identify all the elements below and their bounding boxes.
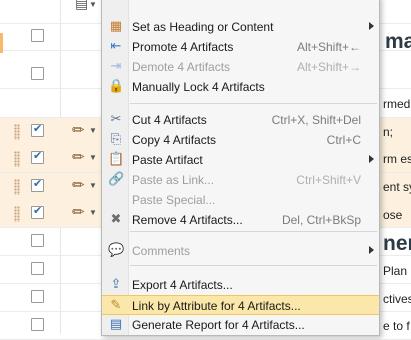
column-options-icon[interactable]: ▤ — [75, 0, 88, 12]
paste-special-icon — [108, 192, 124, 208]
heading-content-icon: ▦ — [109, 19, 123, 34]
submenu-arrow-icon — [369, 155, 374, 163]
edit-pencil-icon[interactable]: ✏ — [72, 148, 85, 166]
menu-item-generate-report[interactable]: ▤ Generate Report for 4 Artifacts... — [102, 315, 379, 335]
row-checkbox[interactable] — [31, 290, 44, 303]
menu-separator — [130, 231, 377, 232]
menu-item-cut[interactable]: ✂ Cut 4 Artifacts Ctrl+X, Shift+Del — [102, 110, 379, 130]
artifact-text: ose — [383, 208, 403, 222]
row-checkbox[interactable] — [31, 262, 44, 275]
menu-item-comments: 💬 Comments — [102, 241, 379, 261]
menu-item-shortcut: Alt+Shift+← — [296, 40, 361, 54]
row-checkbox[interactable] — [31, 122, 44, 137]
menu-item-remove[interactable]: ✖ Remove 4 Artifacts... Del, Ctrl+BkSp — [102, 210, 379, 230]
row-checkbox[interactable] — [31, 29, 44, 42]
paste-link-icon: 🔗 — [108, 172, 125, 187]
menu-item-copy[interactable]: ⎘ Copy 4 Artifacts Ctrl+C — [102, 130, 379, 150]
artifact-heading-text: nen — [383, 232, 411, 255]
menu-item-label: Cut 4 Artifacts — [132, 113, 207, 127]
menu-item-label: Promote 4 Artifacts — [132, 40, 234, 54]
menu-item-link-by-attribute[interactable]: ✎ Link by Attribute for 4 Artifacts... — [102, 295, 379, 315]
row-checkbox[interactable] — [31, 318, 44, 331]
menu-item-label: Set as Heading or Content — [132, 20, 274, 34]
artifact-text: Plan — [383, 264, 408, 278]
drag-handle[interactable] — [14, 206, 20, 222]
menu-separator — [130, 103, 377, 104]
menu-item-promote[interactable]: ⇤ Promote 4 Artifacts Alt+Shift+← — [102, 37, 379, 57]
link-attribute-icon: ✎ — [110, 298, 122, 313]
artifact-heading-text: ma — [385, 30, 411, 53]
menu-item-shortcut: Ctrl+C — [326, 133, 361, 147]
menu-item-demote: ⇥ Demote 4 Artifacts Alt+Shift+→ — [102, 57, 379, 77]
lock-icon: 🔒 — [108, 79, 125, 94]
demote-icon: ⇥ — [110, 59, 122, 74]
menu-item-shortcut: Ctrl+Shift+V — [296, 173, 361, 187]
row-checkbox[interactable] — [31, 204, 44, 219]
cut-icon: ✂ — [110, 112, 122, 127]
menu-item-paste-as-link: 🔗 Paste as Link... Ctrl+Shift+V — [102, 170, 379, 190]
row-marker — [0, 33, 3, 53]
menu-item-label: Paste as Link... — [132, 173, 215, 187]
menu-item-label: Link by Attribute for 4 Artifacts... — [132, 299, 301, 313]
submenu-arrow-icon — [369, 246, 374, 254]
artifact-text: ctives — [383, 292, 411, 306]
report-icon: ▤ — [109, 317, 123, 332]
row-checkbox[interactable] — [31, 149, 44, 164]
artifact-text: rmed — [383, 97, 411, 111]
menu-separator — [130, 265, 377, 266]
copy-icon: ⎘ — [110, 132, 122, 147]
menu-item-label: Remove 4 Artifacts... — [132, 213, 243, 227]
chevron-down-icon[interactable]: ▼ — [89, 126, 97, 135]
edit-pencil-icon[interactable]: ✏ — [72, 203, 85, 221]
export-icon: ⇪ — [110, 277, 122, 292]
menu-item-label: Comments — [132, 244, 191, 258]
promote-icon: ⇤ — [110, 39, 122, 54]
drag-handle[interactable] — [14, 179, 20, 195]
drag-handle[interactable] — [14, 151, 20, 167]
menu-item-paste-artifact[interactable]: 📋 Paste Artifact — [102, 150, 379, 170]
edit-pencil-icon[interactable]: ✏ — [72, 121, 85, 139]
drag-handle[interactable] — [14, 124, 20, 140]
menu-item-shortcut: Alt+Shift+→ — [296, 60, 361, 74]
artifact-text: ent sy — [383, 180, 411, 194]
menu-item-label: Copy 4 Artifacts — [132, 133, 217, 147]
edit-pencil-icon[interactable]: ✏ — [72, 176, 85, 194]
chevron-down-icon[interactable]: ▼ — [89, 181, 97, 190]
menu-item-shortcut: Ctrl+X, Shift+Del — [271, 113, 361, 127]
paste-icon: 📋 — [108, 152, 125, 167]
menu-item-label: Export 4 Artifacts... — [132, 278, 233, 292]
artifact-text: rm es — [383, 152, 411, 166]
submenu-arrow-icon — [369, 22, 374, 30]
menu-item-label: Demote 4 Artifacts — [132, 60, 231, 74]
artifact-text: e to f — [383, 319, 410, 333]
menu-item-manual-lock[interactable]: 🔒 Manually Lock 4 Artifacts — [102, 77, 379, 97]
menu-item-label: Paste Artifact — [132, 153, 203, 167]
row-checkbox[interactable] — [31, 234, 44, 247]
chevron-down-icon[interactable]: ▼ — [89, 0, 97, 9]
menu-item-export[interactable]: ⇪ Export 4 Artifacts... — [102, 275, 379, 295]
row-checkbox[interactable] — [31, 177, 44, 192]
chevron-down-icon[interactable]: ▼ — [89, 153, 97, 162]
menu-item-paste-special: Paste Special... — [102, 190, 379, 210]
artifact-text: n; — [383, 125, 394, 139]
comments-icon: 💬 — [108, 243, 125, 258]
chevron-down-icon[interactable]: ▼ — [89, 208, 97, 217]
menu-item-shortcut: Del, Ctrl+BkSp — [281, 213, 361, 227]
menu-item-label: Generate Report for 4 Artifacts... — [132, 318, 305, 332]
menu-item-label: Manually Lock 4 Artifacts — [132, 80, 265, 94]
artifact-context-menu: ▦ Set as Heading or Content ⇤ Promote 4 Art… — [101, 0, 380, 336]
menu-item-label: Paste Special... — [132, 193, 216, 207]
row-checkbox[interactable] — [31, 67, 44, 80]
menu-item-set-heading-content[interactable]: ▦ Set as Heading or Content — [102, 17, 379, 37]
remove-icon: ✖ — [110, 212, 122, 227]
